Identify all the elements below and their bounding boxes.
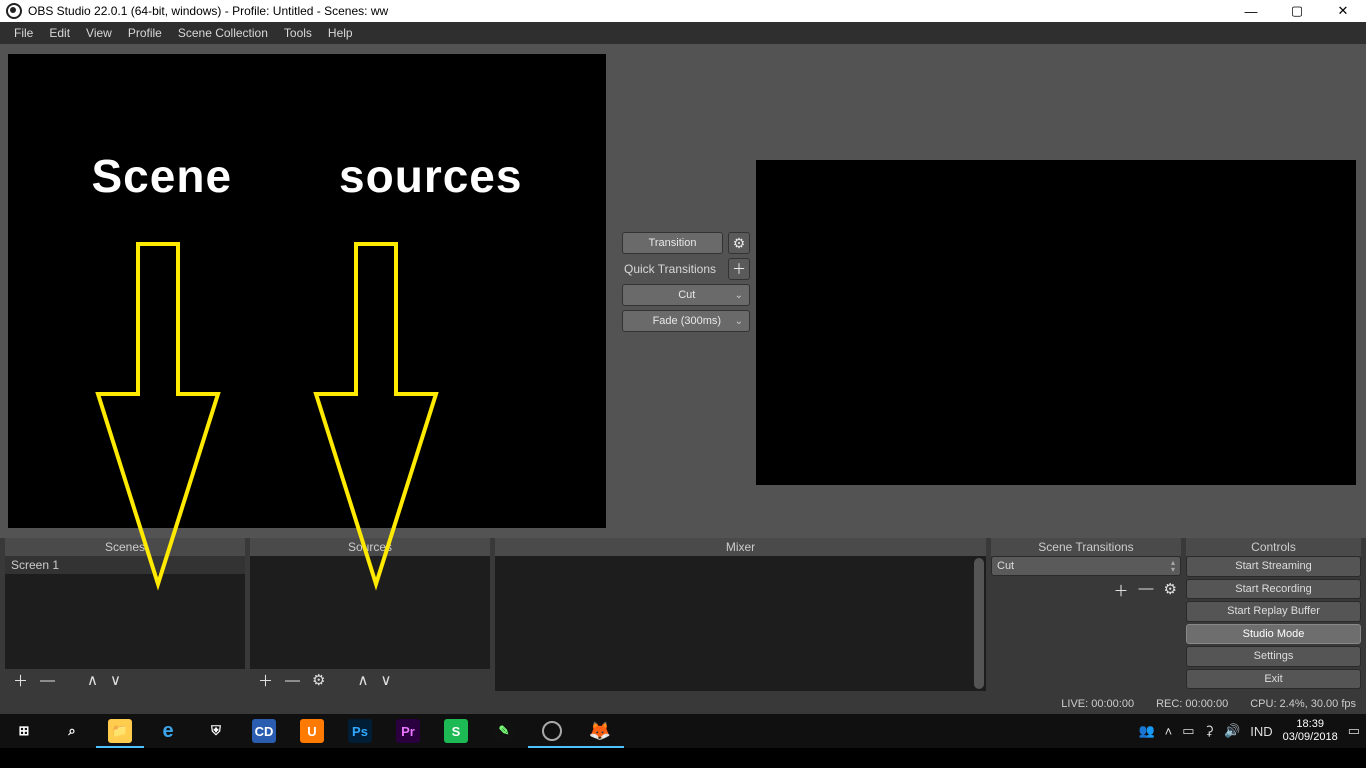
quick-transitions-label: Quick Transitions <box>622 262 723 276</box>
windows-taskbar: ⊞ ⌕ 📁 e ⛨ CD U Ps Pr S ✎ 🦊 👥 ˄ ▭ ⚳ 🔊 IND… <box>0 714 1366 748</box>
status-bar: LIVE: 00:00:00 REC: 00:00:00 CPU: 2.4%, … <box>0 694 1366 714</box>
add-source-button[interactable]: ＋ <box>258 670 273 691</box>
mixer-panel-title: Mixer <box>495 538 986 556</box>
menu-profile[interactable]: Profile <box>120 22 170 44</box>
mixer-panel <box>495 556 986 691</box>
status-cpu: CPU: 2.4%, 30.00 fps <box>1250 698 1356 710</box>
security-icon[interactable]: ⛨ <box>192 714 240 748</box>
add-scene-button[interactable]: ＋ <box>13 670 28 691</box>
edge-icon[interactable]: e <box>144 714 192 748</box>
uc-browser-icon[interactable]: U <box>288 714 336 748</box>
chevron-down-icon: ⌄ <box>735 316 743 327</box>
quick-transition-cut[interactable]: Cut ⌄ <box>622 284 750 306</box>
preview-canvas[interactable]: Scene sources <box>8 54 606 528</box>
window-title: OBS Studio 22.0.1 (64-bit, windows) - Pr… <box>28 4 1228 18</box>
start-streaming-button[interactable]: Start Streaming <box>1186 556 1361 577</box>
start-button[interactable]: ⊞ <box>0 714 48 748</box>
obs-taskbar-icon[interactable] <box>528 714 576 748</box>
file-explorer-icon[interactable]: 📁 <box>96 714 144 748</box>
settings-button[interactable]: Settings <box>1186 646 1361 667</box>
workspace: Scene sources Transition ⚙ Quick Transit… <box>0 44 1366 538</box>
status-live: LIVE: 00:00:00 <box>1061 698 1134 710</box>
window-titlebar: OBS Studio 22.0.1 (64-bit, windows) - Pr… <box>0 0 1366 22</box>
maximize-button[interactable]: ▢ <box>1274 0 1320 22</box>
menu-tools[interactable]: Tools <box>276 22 320 44</box>
volume-icon[interactable]: 🔊 <box>1224 723 1240 739</box>
move-source-up-button[interactable]: ∧ <box>357 671 368 689</box>
controls-panel-title: Controls <box>1186 538 1361 556</box>
transition-controls: Transition ⚙ Quick Transitions ＋ Cut ⌄ F… <box>616 44 756 538</box>
premiere-icon[interactable]: Pr <box>384 714 432 748</box>
menu-scene-collection[interactable]: Scene Collection <box>170 22 276 44</box>
people-icon[interactable]: 👥 <box>1138 723 1154 739</box>
green-s-icon[interactable]: S <box>432 714 480 748</box>
cd-app-icon[interactable]: CD <box>240 714 288 748</box>
scene-transitions-panel-title: Scene Transitions <box>991 538 1181 556</box>
scene-transitions-panel: Cut ▴▾ ＋ — ⚙ <box>991 556 1181 691</box>
transition-settings-icon[interactable]: ⚙ <box>728 232 750 254</box>
paint-app-icon[interactable]: ✎ <box>480 714 528 748</box>
system-tray: 👥 ˄ ▭ ⚳ 🔊 IND 18:39 03/09/2018 ▭ <box>1132 718 1366 744</box>
move-scene-up-button[interactable]: ∧ <box>87 671 98 689</box>
status-rec: REC: 00:00:00 <box>1156 698 1228 710</box>
taskbar-clock[interactable]: 18:39 03/09/2018 <box>1283 718 1338 744</box>
move-scene-down-button[interactable]: ∨ <box>110 671 121 689</box>
exit-button[interactable]: Exit <box>1186 669 1361 690</box>
menu-view[interactable]: View <box>78 22 120 44</box>
source-settings-button[interactable]: ⚙ <box>312 671 325 689</box>
remove-scene-button[interactable]: — <box>40 672 55 689</box>
controls-panel: Start Streaming Start Recording Start Re… <box>1186 556 1361 691</box>
notifications-icon[interactable]: ▭ <box>1348 723 1360 739</box>
studio-mode-button[interactable]: Studio Mode <box>1186 624 1361 645</box>
program-canvas[interactable] <box>756 54 1356 528</box>
transition-select[interactable]: Cut ▴▾ <box>991 556 1181 576</box>
updown-icon: ▴▾ <box>1171 559 1175 573</box>
annotation-arrow-left <box>68 234 248 654</box>
search-button[interactable]: ⌕ <box>48 714 96 748</box>
annotation-scene-label: Scene <box>92 149 233 203</box>
obs-icon <box>6 3 22 19</box>
photoshop-icon[interactable]: Ps <box>336 714 384 748</box>
remove-transition-button[interactable]: — <box>1139 580 1154 601</box>
menu-edit[interactable]: Edit <box>41 22 78 44</box>
menu-file[interactable]: File <box>6 22 41 44</box>
tray-chevron-icon[interactable]: ˄ <box>1165 724 1173 739</box>
minimize-button[interactable]: — <box>1228 0 1274 22</box>
transition-props-button[interactable]: ⚙ <box>1164 580 1177 601</box>
menu-bar: File Edit View Profile Scene Collection … <box>0 22 1366 44</box>
wifi-icon[interactable]: ⚳ <box>1205 723 1215 739</box>
annotation-sources-label: sources <box>339 149 522 203</box>
menu-help[interactable]: Help <box>320 22 361 44</box>
close-button[interactable]: ✕ <box>1320 0 1366 22</box>
remove-source-button[interactable]: — <box>285 672 300 689</box>
mixer-scrollbar[interactable] <box>974 558 984 689</box>
transition-button[interactable]: Transition <box>622 232 723 254</box>
add-transition-button[interactable]: ＋ <box>1114 580 1129 601</box>
battery-icon[interactable]: ▭ <box>1182 723 1194 739</box>
annotation-arrow-right <box>286 234 466 654</box>
start-replay-buffer-button[interactable]: Start Replay Buffer <box>1186 601 1361 622</box>
firefox-icon[interactable]: 🦊 <box>576 714 624 748</box>
chevron-down-icon: ⌄ <box>735 290 743 301</box>
add-quick-transition-button[interactable]: ＋ <box>728 258 750 280</box>
language-indicator[interactable]: IND <box>1250 724 1272 739</box>
mixer-list[interactable] <box>495 556 986 691</box>
quick-transition-fade[interactable]: Fade (300ms) ⌄ <box>622 310 750 332</box>
move-source-down-button[interactable]: ∨ <box>380 671 391 689</box>
start-recording-button[interactable]: Start Recording <box>1186 579 1361 600</box>
